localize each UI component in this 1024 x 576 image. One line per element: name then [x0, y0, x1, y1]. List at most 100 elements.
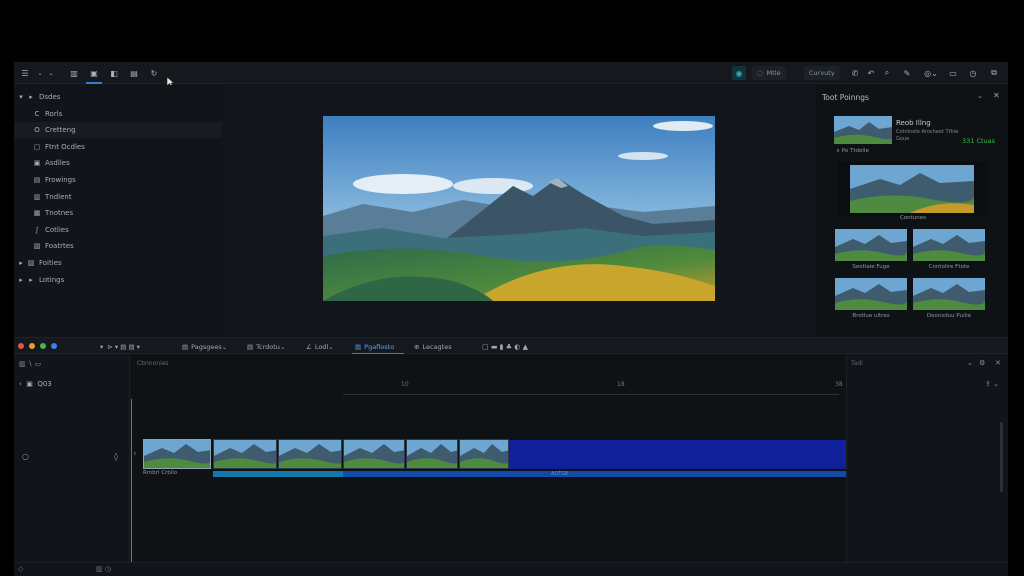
- sidebar-item[interactable]: O Cretteng: [14, 122, 222, 139]
- layers-icon[interactable]: ◧: [109, 67, 119, 79]
- sidebar-item-label: Tnotnes: [45, 209, 74, 218]
- sidebar-item[interactable]: C Rorls: [14, 106, 222, 122]
- featured-link[interactable]: ∧ Po Ttdelle: [836, 148, 869, 154]
- large-thumbnail[interactable]: [850, 165, 974, 213]
- media-icon[interactable]: ▣: [89, 67, 99, 79]
- mtle-button[interactable]: ◌ Mtle: [752, 66, 786, 80]
- effect-thumbnail[interactable]: [913, 278, 985, 310]
- tab-label: Lodl: [314, 342, 329, 351]
- layout-icon[interactable]: ▥ ◷: [96, 565, 111, 573]
- screen-icon[interactable]: ▭: [948, 67, 958, 79]
- timeline-tab[interactable]: ∠ Lodl ⌄: [306, 341, 334, 352]
- expand-arrow-icon[interactable]: ▾: [16, 93, 26, 101]
- sidebar-item[interactable]: ∫ Cotlies: [14, 222, 222, 238]
- featured-thumbnail[interactable]: [834, 116, 892, 144]
- effect-thumbnail[interactable]: [913, 229, 985, 261]
- curve-icon[interactable]: ↶: [866, 67, 876, 79]
- chevron-down-icon[interactable]: ⌄: [36, 67, 44, 79]
- clip-caption: Rmbrl Crblio: [143, 470, 178, 476]
- timeline-tab[interactable]: ▤ Pagsgees ⌄: [182, 341, 227, 352]
- sidebar-item[interactable]: ▸ ▨ Foities: [14, 255, 222, 271]
- expand-arrow-icon[interactable]: ▸: [16, 259, 26, 267]
- folder-icon: O: [34, 126, 40, 135]
- export-icon[interactable]: ⧉: [989, 67, 999, 79]
- sidebar-item[interactable]: ▥ Tndlent: [14, 189, 222, 205]
- share-icon[interactable]: ⇪ ⌄: [985, 380, 999, 388]
- timeline-area[interactable]: Cbnnonies 10 18 38 ‹ AOTGE Rmbrl Crblio: [131, 354, 846, 576]
- track-row[interactable]: ‹ ▣ Q03: [19, 380, 52, 388]
- search-icon[interactable]: ⌕: [882, 67, 892, 79]
- visibility-icon[interactable]: ◊: [114, 452, 118, 461]
- curvuty-button[interactable]: Curvuty: [804, 66, 840, 80]
- video-clip[interactable]: [343, 439, 405, 469]
- active-tool-indicator: [86, 82, 102, 84]
- vertical-scrollbar[interactable]: [1000, 422, 1003, 492]
- sidebar-item[interactable]: ▤ Frowings: [14, 172, 222, 188]
- chevron-down-icon[interactable]: ⌄: [977, 92, 983, 100]
- media-browser-panel: ▾ ▸ Dsdes C Rorls O Cretteng ▢ Ftnt Ocdles ▣ Asdll…: [14, 85, 222, 351]
- tab-label: Tcrdotu: [256, 342, 280, 351]
- window-dot-blue[interactable]: [51, 343, 57, 349]
- effect-thumbnail[interactable]: [835, 278, 907, 310]
- sidebar-item[interactable]: ▦ Tnotnes: [14, 205, 222, 221]
- record-icon[interactable]: ○: [22, 452, 29, 461]
- preview-frame[interactable]: [323, 116, 715, 301]
- folder-icon: ▥: [33, 192, 41, 201]
- landscape-thumbnail-image: [850, 165, 974, 213]
- selected-region[interactable]: [509, 440, 846, 469]
- menu-icon[interactable]: ☰: [20, 67, 30, 79]
- chevron-down-icon: ⌄: [221, 342, 228, 351]
- close-icon[interactable]: ✕: [993, 91, 1000, 100]
- settings-icon[interactable]: ◇: [18, 565, 23, 573]
- time-ruler[interactable]: [343, 394, 839, 395]
- sidebar-item[interactable]: ▾ ▸ Dsdes: [14, 89, 222, 105]
- video-clip[interactable]: [143, 439, 211, 469]
- chevron-down-icon[interactable]: ⌄: [967, 359, 973, 367]
- chat-icon: ◌: [757, 69, 763, 77]
- tab-icon: ⊕: [414, 342, 420, 351]
- featured-subtitle: Cotnlnets Arocheet Tthie: [896, 129, 959, 135]
- phone-icon[interactable]: ✆: [850, 67, 860, 79]
- sidebar-item-label: Ftnt Ocdles: [45, 142, 85, 151]
- timeline-tab[interactable]: ▤ Tcrdotu ⌄: [247, 341, 285, 352]
- track-tools[interactable]: ▥ ∖ ▭: [19, 360, 41, 368]
- timeline-tab[interactable]: ⊕ Lecagtes: [414, 341, 452, 352]
- refresh-icon[interactable]: ↻: [149, 67, 159, 79]
- close-icon[interactable]: ✕: [995, 359, 1001, 367]
- audio-track-segment[interactable]: [213, 471, 343, 477]
- chevron-down-icon: ⌄: [328, 342, 334, 351]
- copy-icon[interactable]: ▤: [129, 67, 139, 79]
- video-clip[interactable]: [213, 439, 277, 469]
- window-dot-yellow[interactable]: [29, 343, 35, 349]
- landscape-thumbnail-image: [913, 229, 985, 261]
- folder-icon: ▨: [27, 259, 35, 267]
- playhead[interactable]: [131, 399, 132, 564]
- sidebar-item[interactable]: ▸ ▸ Lotings: [14, 272, 222, 288]
- window-dot-green[interactable]: [40, 343, 46, 349]
- audio-track-segment[interactable]: [343, 471, 846, 477]
- chevron-left-icon[interactable]: ‹: [133, 449, 137, 459]
- sidebar-item[interactable]: ▣ Asdlles: [14, 155, 222, 171]
- grid-icon[interactable]: ▥: [69, 67, 79, 79]
- mountain-landscape-image: [323, 116, 715, 301]
- tool-icon-row[interactable]: ▢ ▬ ▮ ♣ ◐ ▲: [482, 341, 528, 352]
- globe-icon[interactable]: ◉: [732, 66, 746, 80]
- circle-icon[interactable]: ◎⌄: [924, 67, 938, 79]
- chevron-down-icon[interactable]: ⌄: [47, 67, 55, 79]
- video-clip[interactable]: [278, 439, 342, 469]
- tab-label: Pagsgees: [191, 342, 222, 351]
- video-clip[interactable]: [406, 439, 458, 469]
- track-headers: ▥ ∖ ▭ ‹ ▣ Q03 ○ ◊: [14, 354, 130, 576]
- clock-icon[interactable]: ◷: [968, 67, 978, 79]
- brush-icon[interactable]: ✎: [902, 67, 912, 79]
- sidebar-item[interactable]: ▢ Ftnt Ocdles: [14, 139, 222, 155]
- tool-icons[interactable]: ▾ ⊳ ▾ ▤ ▤ ▾: [100, 341, 140, 352]
- video-clip[interactable]: [459, 439, 509, 469]
- sidebar-item[interactable]: ▧ Foatrtes: [14, 238, 222, 254]
- effect-thumbnail[interactable]: [835, 229, 907, 261]
- settings-icon[interactable]: ⚙: [979, 359, 985, 367]
- window-dot-red[interactable]: [18, 343, 24, 349]
- expand-arrow-icon[interactable]: ▸: [16, 276, 26, 284]
- timeline-tab[interactable]: ▤ Pgaflosto: [355, 341, 394, 352]
- folder-icon: ▸: [29, 93, 33, 101]
